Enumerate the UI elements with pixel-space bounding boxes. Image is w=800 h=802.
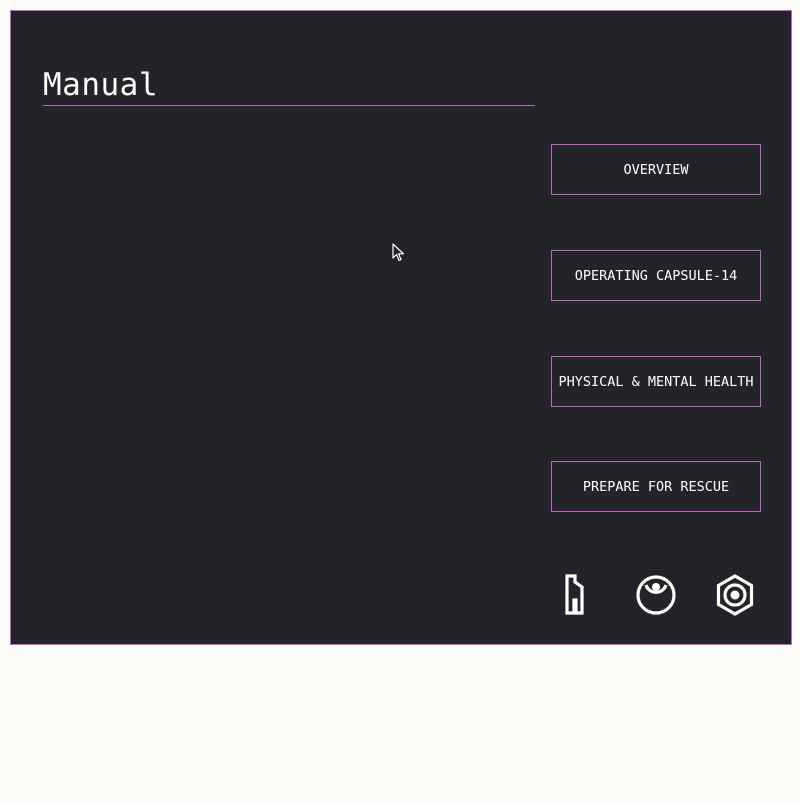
eye-icon[interactable] <box>634 573 678 617</box>
phone-icon[interactable] <box>556 573 600 617</box>
physical-mental-health-button[interactable]: PHYSICAL & MENTAL HEALTH <box>551 356 761 407</box>
settings-icon[interactable] <box>713 573 757 617</box>
prepare-for-rescue-button[interactable]: PREPARE FOR RESCUE <box>551 461 761 512</box>
mouse-cursor-icon <box>392 243 406 263</box>
operating-capsule-button[interactable]: OPERATING CAPSULE-14 <box>551 250 761 301</box>
manual-panel: Manual OVERVIEW OPERATING CAPSULE-14 PHY… <box>10 10 792 645</box>
page-title: Manual <box>43 65 535 106</box>
overview-button[interactable]: OVERVIEW <box>551 144 761 195</box>
